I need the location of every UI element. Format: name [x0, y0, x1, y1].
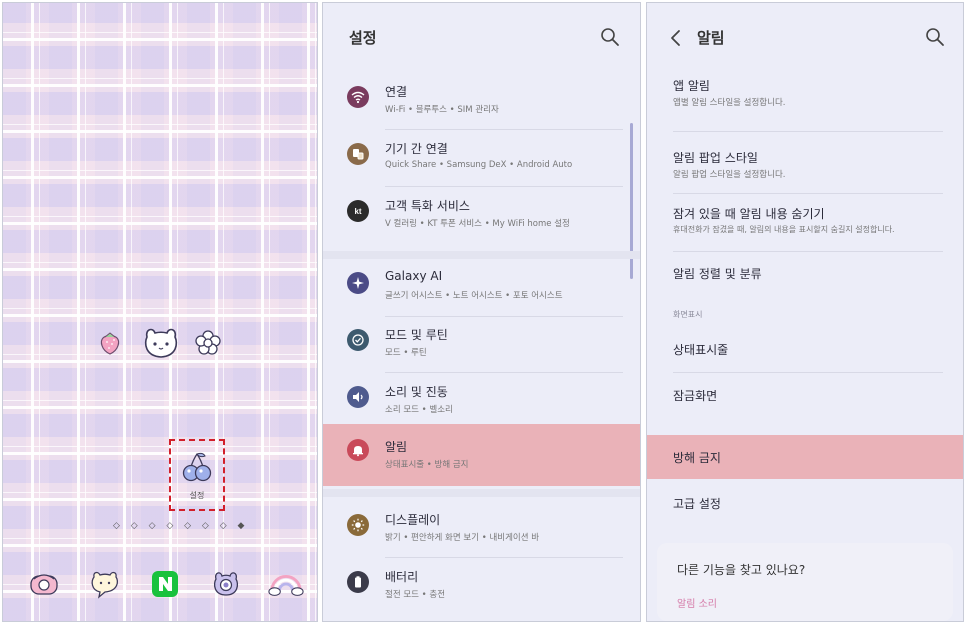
item-title: 상태표시줄 — [673, 343, 729, 357]
settings-app-label: 설정 — [189, 491, 205, 500]
item-title: 알림 정렬 및 분류 — [673, 267, 762, 281]
section-header-display: 화면표시 — [673, 310, 703, 319]
item-title: 소리 및 진동 — [385, 385, 448, 399]
item-title: 디스플레이 — [385, 513, 441, 527]
item-title: 잠겨 있을 때 알림 내용 숨기기 — [673, 207, 825, 221]
item-title: 연결 — [385, 85, 408, 99]
item-title: 알림 — [385, 440, 408, 454]
settings-item-display[interactable]: 디스플레이 밝기 • 편안하게 화면 보기 • 내비게이션 바 — [323, 501, 640, 559]
notification-sound-link[interactable]: 알림 소리 — [677, 595, 717, 610]
rainbow-app-icon[interactable] — [267, 565, 305, 603]
group-separator — [323, 251, 640, 259]
page-title: 알림 — [697, 29, 725, 47]
item-title: 앱 알림 — [673, 79, 710, 93]
search-icon[interactable] — [925, 27, 945, 47]
back-chevron-icon[interactable] — [669, 29, 683, 47]
settings-item-modes-routines[interactable]: 모드 및 루틴 모드 • 루틴 — [323, 316, 640, 374]
related-question: 다른 기능을 찾고 있나요? — [677, 563, 806, 577]
item-subtitle: 글쓰기 어시스트 • 노트 어시스트 • 포토 어시스트 — [385, 291, 563, 301]
item-subtitle: 모드 • 루틴 — [385, 348, 427, 358]
battery-icon — [347, 571, 369, 593]
app-notifications-item[interactable]: 앱 알림 앱별 알림 스타일을 설정합니다. — [647, 73, 963, 133]
settings-cherry-app-icon[interactable] — [181, 450, 213, 484]
item-subtitle: 소리 모드 • 벨소리 — [385, 405, 453, 415]
divider — [673, 131, 943, 132]
dock — [25, 565, 305, 603]
camera-app-icon[interactable] — [207, 565, 245, 603]
item-subtitle: Quick Share • Samsung DeX • Android Auto — [385, 160, 573, 170]
settings-item-carrier-services[interactable]: kt 고객 특화 서비스 V 컬러링 • KT 투폰 서비스 • My WiFi… — [323, 187, 640, 245]
check-circle-icon — [347, 329, 369, 351]
item-title: 고급 설정 — [673, 497, 721, 511]
advanced-settings-item[interactable]: 고급 설정 — [647, 483, 963, 527]
search-icon[interactable] — [600, 27, 620, 47]
item-subtitle: Wi-Fi • 블루투스 • SIM 관리자 — [385, 105, 499, 115]
settings-item-connections[interactable]: 연결 Wi-Fi • 블루투스 • SIM 관리자 — [323, 73, 640, 131]
divider — [673, 193, 943, 194]
item-title: Galaxy AI — [385, 269, 443, 283]
item-title: 기기 간 연결 — [385, 142, 448, 156]
item-subtitle: 상태표시줄 • 방해 금지 — [385, 460, 469, 470]
page-indicator[interactable]: ◇ ◇ ◇ ◇ ◇ ◇ ◇ ◆ — [113, 521, 248, 531]
item-title: 잠금화면 — [673, 389, 718, 403]
divider — [673, 251, 943, 252]
devices-icon — [347, 143, 369, 165]
settings-item-sound-vibration[interactable]: 소리 및 진동 소리 모드 • 벨소리 — [323, 373, 640, 431]
speaker-icon — [347, 386, 369, 408]
notifications-screen: 알림 앱 알림 앱별 알림 스타일을 설정합니다. 알림 팝업 스타일 알림 팝… — [646, 2, 964, 622]
item-title: 모드 및 루틴 — [385, 328, 448, 342]
item-subtitle: 밝기 • 편안하게 화면 보기 • 내비게이션 바 — [385, 533, 540, 543]
message-bubble-app-icon[interactable] — [86, 565, 124, 603]
related-features-card: 다른 기능을 찾고 있나요? 알림 소리 — [657, 543, 953, 621]
item-title: 방해 금지 — [673, 451, 721, 465]
bell-icon — [347, 439, 369, 461]
wifi-icon — [347, 86, 369, 108]
divider — [673, 372, 943, 373]
screenshot-stage: 설정 ◇ ◇ ◇ ◇ ◇ ◇ ◇ ◆ 설정 연결 Wi-Fi • 블루투스 • … — [0, 0, 966, 624]
settings-item-galaxy-ai[interactable]: Galaxy AI 글쓰기 어시스트 • 노트 어시스트 • 포토 어시스트 — [323, 259, 640, 317]
strawberry-widget-icon[interactable] — [95, 328, 125, 358]
sun-icon — [347, 514, 369, 536]
item-subtitle: V 컬러링 • KT 투폰 서비스 • My WiFi home 설정 — [385, 219, 570, 229]
notification-popup-style-item[interactable]: 알림 팝업 스타일 알림 팝업 스타일을 설정합니다. — [647, 143, 963, 199]
lock-screen-item[interactable]: 잠금화면 — [647, 375, 963, 419]
home-screen: 설정 ◇ ◇ ◇ ◇ ◇ ◇ ◇ ◆ — [2, 2, 318, 622]
item-subtitle: 앱별 알림 스타일을 설정합니다. — [673, 98, 786, 108]
group-separator — [323, 489, 640, 497]
bear-face-widget-icon[interactable] — [141, 323, 181, 363]
naver-app-icon[interactable] — [146, 565, 184, 603]
item-subtitle: 절전 모드 • 충전 — [385, 590, 446, 600]
settings-item-notifications[interactable]: 알림 상태표시줄 • 방해 금지 — [323, 424, 640, 486]
item-title: 알림 팝업 스타일 — [673, 151, 758, 165]
item-subtitle: 휴대전화가 잠겼을 때, 알림의 내용을 표시할지 숨길지 설정합니다. — [673, 225, 895, 234]
settings-screen: 설정 연결 Wi-Fi • 블루투스 • SIM 관리자 기기 간 연결 Qui… — [322, 2, 641, 622]
page-title: 설정 — [349, 29, 377, 47]
item-title: 고객 특화 서비스 — [385, 199, 470, 213]
settings-item-device-connections[interactable]: 기기 간 연결 Quick Share • Samsung DeX • Andr… — [323, 130, 640, 188]
settings-item-battery[interactable]: 배터리 절전 모드 • 충전 — [323, 558, 640, 616]
item-subtitle: 알림 팝업 스타일을 설정합니다. — [673, 170, 786, 180]
do-not-disturb-item[interactable]: 방해 금지 — [647, 435, 963, 479]
phone-app-icon[interactable] — [25, 565, 63, 603]
hide-content-when-locked-item[interactable]: 잠겨 있을 때 알림 내용 숨기기 휴대전화가 잠겼을 때, 알림의 내용을 표… — [647, 199, 963, 255]
item-title: 배터리 — [385, 570, 419, 584]
notification-sort-item[interactable]: 알림 정렬 및 분류 — [647, 257, 963, 297]
status-bar-item[interactable]: 상태표시줄 — [647, 329, 963, 373]
flower-widget-icon[interactable] — [193, 328, 223, 358]
kt-icon: kt — [347, 200, 369, 222]
sparkle-icon — [347, 272, 369, 294]
